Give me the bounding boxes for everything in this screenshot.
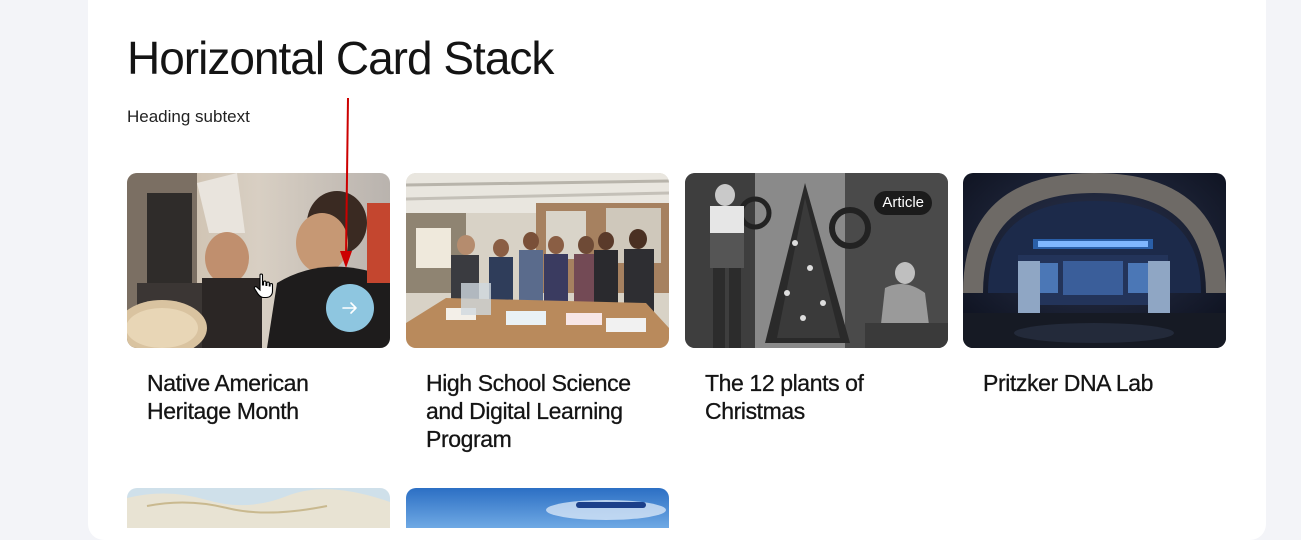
card-sky-preview[interactable] <box>406 488 669 528</box>
arrow-right-icon <box>342 302 357 314</box>
card-native-american-heritage[interactable]: Native American Heritage Month <box>127 173 390 425</box>
card-arrow-button[interactable] <box>326 284 374 332</box>
card-title[interactable]: The 12 plants of Christmas <box>705 369 928 425</box>
card-image <box>406 173 669 348</box>
card-image <box>963 173 1226 348</box>
page-title: Horizontal Card Stack <box>127 32 554 84</box>
card-title[interactable]: High School Science and Digital Learning… <box>426 369 649 453</box>
card-pritzker-dna-lab[interactable]: Pritzker DNA Lab <box>963 173 1226 397</box>
card-high-school-science[interactable]: High School Science and Digital Learning… <box>406 173 669 453</box>
card-title[interactable]: Pritzker DNA Lab <box>983 369 1206 397</box>
card-image <box>127 173 390 348</box>
card-12-plants-of-christmas[interactable]: Article The 12 plants of Christmas <box>685 173 948 425</box>
card-map-preview[interactable] <box>127 488 390 528</box>
page-subtitle: Heading subtext <box>127 107 250 126</box>
card-type-badge: Article <box>874 191 932 215</box>
card-title[interactable]: Native American Heritage Month <box>147 369 370 425</box>
card-image: Article <box>685 173 948 348</box>
